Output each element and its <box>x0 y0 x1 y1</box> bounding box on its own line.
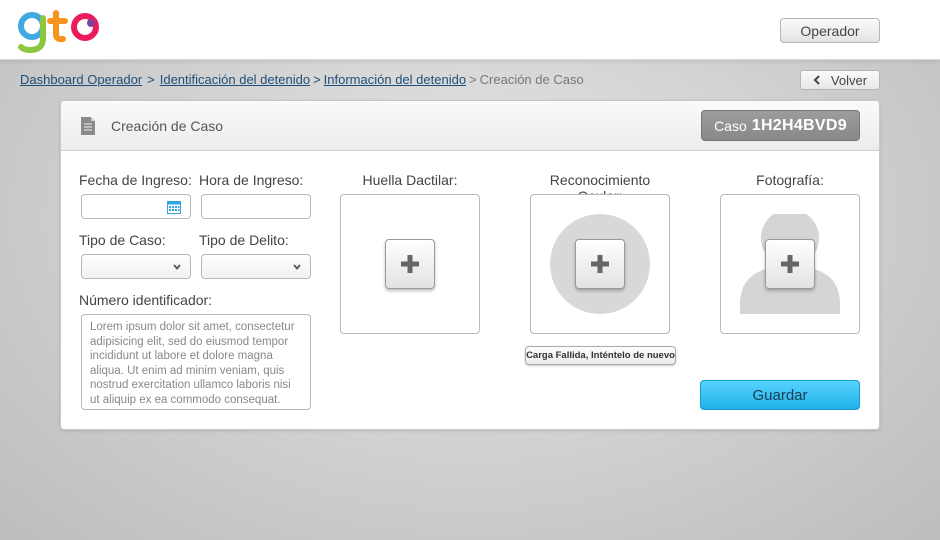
breadcrumb-dashboard-link[interactable]: Dashboard Operador <box>20 72 142 87</box>
ocular-box <box>530 194 670 334</box>
breadcrumb-separator: > <box>147 72 155 87</box>
foto-add-button[interactable] <box>765 239 815 289</box>
calendar-icon[interactable] <box>167 200 181 214</box>
hora-label: Hora de Ingreso: <box>199 172 304 188</box>
panel-title: Creación de Caso <box>111 118 224 134</box>
breadcrumb-identificacion-link[interactable]: Identificación del detenido <box>160 72 310 87</box>
plus-icon <box>401 255 419 273</box>
chevron-down-icon <box>293 264 301 270</box>
tipo-caso-select[interactable] <box>81 254 191 279</box>
ocular-add-button[interactable] <box>575 239 625 289</box>
guardar-button[interactable]: Guardar <box>700 380 860 410</box>
numero-textarea[interactable]: Lorem ipsum dolor sit amet, consectetur … <box>81 314 311 410</box>
tipo-delito-label: Tipo de Delito: <box>199 232 289 248</box>
tipo-caso-label: Tipo de Caso: <box>79 232 166 248</box>
foto-label: Fotografía: <box>756 172 824 188</box>
hora-input[interactable] <box>201 194 311 219</box>
case-badge: Caso 1H2H4BVD9 <box>701 110 860 141</box>
chevron-down-icon <box>173 264 181 270</box>
operador-button[interactable]: Operador <box>780 18 880 43</box>
case-prefix: Caso <box>714 117 747 134</box>
volver-button[interactable]: Volver <box>800 70 880 90</box>
huella-label: Huella Dactilar: <box>362 172 458 188</box>
fecha-label: Fecha de Ingreso: <box>79 172 192 188</box>
plus-icon <box>591 255 609 273</box>
fecha-input[interactable] <box>81 194 191 219</box>
case-panel: Creación de Caso Caso 1H2H4BVD9 Fecha de… <box>60 100 880 430</box>
case-id: 1H2H4BVD9 <box>751 116 847 134</box>
foto-box <box>720 194 860 334</box>
tipo-delito-select[interactable] <box>201 254 311 279</box>
breadcrumb-current: Creación de Caso <box>479 72 584 87</box>
huella-box <box>340 194 480 334</box>
breadcrumb-informacion-link[interactable]: Información del detenido <box>324 72 466 87</box>
document-icon <box>81 117 95 135</box>
numero-label: Número identificador: <box>79 292 213 308</box>
gto-logo[interactable] <box>18 8 104 54</box>
chevron-left-icon <box>813 75 820 85</box>
huella-add-button[interactable] <box>385 239 435 289</box>
breadcrumb-separator: > <box>469 72 477 87</box>
plus-icon <box>781 255 799 273</box>
ocular-error-tooltip: Carga Fallida, Inténtelo de nuevo <box>525 346 676 365</box>
volver-label: Volver <box>830 72 868 88</box>
breadcrumb: Dashboard Operador > Identificación del de… <box>20 72 584 90</box>
panel-header: Creación de Caso Caso 1H2H4BVD9 <box>61 101 879 151</box>
breadcrumb-separator: > <box>313 72 321 87</box>
top-bar: Operador <box>0 0 940 60</box>
